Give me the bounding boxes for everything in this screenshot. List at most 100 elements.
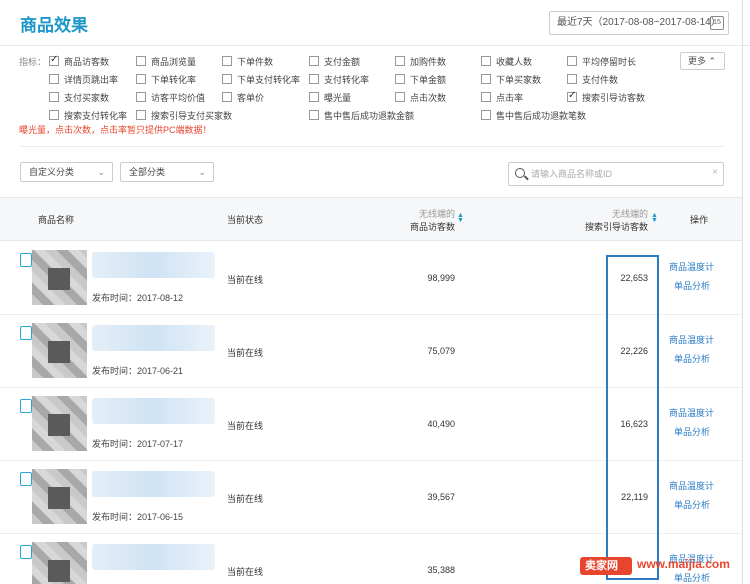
item-analysis-link[interactable]: 单品分析 — [674, 498, 710, 511]
metric-option[interactable]: 点击次数 — [395, 90, 446, 104]
metric-option[interactable]: 支付转化率 — [309, 72, 369, 86]
status-text: 当前在线 — [227, 567, 264, 577]
product-name-blurred[interactable] — [92, 325, 215, 351]
metric-label: 支付转化率 — [324, 74, 370, 85]
date-range-label: 最近7天（2017-08-08~2017-08-14） — [557, 17, 721, 28]
metric-option[interactable]: 下单买家数 — [481, 72, 541, 86]
status-text: 当前在线 — [227, 348, 264, 358]
metric-checkbox[interactable] — [395, 74, 405, 84]
metric-option[interactable]: 加购件数 — [395, 54, 446, 68]
thermometer-link[interactable]: 商品温度计 — [669, 479, 714, 492]
metric-option[interactable]: 支付件数 — [567, 72, 618, 86]
metric-checkbox[interactable] — [309, 74, 319, 84]
metric-option[interactable]: 曝光量 — [309, 90, 351, 104]
metric-option[interactable]: 商品浏览量 — [136, 54, 196, 68]
metric-checkbox[interactable] — [481, 74, 491, 84]
metric-option[interactable]: 搜索支付转化率 — [49, 108, 127, 122]
th-action: 操作 — [690, 215, 709, 225]
item-analysis-link[interactable]: 单品分析 — [674, 352, 710, 365]
metric-checkbox[interactable] — [567, 56, 577, 66]
metric-checkbox[interactable] — [481, 92, 491, 102]
metric-option[interactable]: 售中售后成功退款笔数 — [481, 108, 586, 122]
metric-checkbox[interactable] — [395, 92, 405, 102]
metric-checkbox[interactable] — [395, 56, 405, 66]
product-thumbnail[interactable] — [32, 250, 87, 305]
metric-checkbox[interactable] — [567, 74, 577, 84]
product-search[interactable]: × — [508, 162, 724, 186]
metric-option[interactable]: 访客平均价值 — [136, 90, 205, 104]
metric-option[interactable]: 详情页跳出率 — [49, 72, 118, 86]
th-visitors[interactable]: 无线端的 商品访客数 — [410, 207, 455, 233]
th-search-label: 搜索引导访客数 — [584, 222, 648, 232]
product-thumbnail[interactable] — [32, 469, 87, 524]
metric-option[interactable]: 下单转化率 — [136, 72, 196, 86]
metric-checkbox[interactable] — [309, 110, 319, 120]
metric-option[interactable]: 搜索引导支付买家数 — [136, 108, 232, 122]
metric-option[interactable]: 下单支付转化率 — [222, 72, 300, 86]
product-name-blurred[interactable] — [92, 544, 215, 570]
metric-option[interactable]: 下单金额 — [395, 72, 446, 86]
metric-checkbox[interactable] — [49, 74, 59, 84]
metric-checkbox[interactable] — [222, 74, 232, 84]
metric-checkbox[interactable] — [481, 56, 491, 66]
metric-checkbox[interactable] — [481, 110, 491, 120]
product-name-blurred[interactable] — [92, 398, 215, 424]
th-search-visitors[interactable]: 无线端的 搜索引导访客数 — [585, 207, 648, 233]
custom-category-select[interactable]: 自定义分类 ⌄ — [20, 162, 113, 182]
metric-label: 访客平均价值 — [151, 92, 206, 103]
sort-icon[interactable]: ▲ ▼ — [651, 212, 658, 224]
metric-option[interactable]: 点击率 — [481, 90, 523, 104]
th-visitors-label: 商品访客数 — [409, 222, 455, 232]
sort-icon[interactable]: ▲ ▼ — [457, 212, 464, 224]
metric-checkbox[interactable] — [136, 92, 146, 102]
product-name-blurred[interactable] — [92, 252, 215, 278]
metric-label: 平均停留时长 — [582, 56, 637, 67]
metric-label: 客单价 — [237, 92, 265, 103]
metric-label: 详情页跳出率 — [64, 74, 119, 85]
metric-option[interactable]: 支付金额 — [309, 54, 360, 68]
product-name-blurred[interactable] — [92, 471, 215, 497]
chevron-down-icon: ⌄ — [97, 167, 105, 177]
clear-icon[interactable]: × — [712, 167, 718, 178]
metric-option[interactable]: 收藏人数 — [481, 54, 532, 68]
metric-checkbox[interactable] — [136, 74, 146, 84]
all-category-select[interactable]: 全部分类 ⌄ — [120, 162, 214, 182]
metric-checkbox[interactable] — [567, 90, 577, 102]
more-metrics-button[interactable]: 更多 ⌃ — [680, 52, 725, 70]
product-thumbnail[interactable] — [32, 396, 87, 451]
thermometer-link[interactable]: 商品温度计 — [669, 260, 714, 273]
metric-label: 搜索引导访客数 — [582, 92, 646, 103]
metric-label: 商品访客数 — [64, 56, 110, 67]
metric-option[interactable]: 平均停留时长 — [567, 54, 636, 68]
metric-checkbox[interactable] — [49, 92, 59, 102]
metric-option[interactable]: 商品访客数 — [49, 54, 109, 68]
thermometer-link[interactable]: 商品温度计 — [669, 333, 714, 346]
search-icon[interactable] — [515, 168, 525, 178]
metric-checkbox[interactable] — [309, 56, 319, 66]
metric-checkbox[interactable] — [222, 56, 232, 66]
metric-label: 曝光量 — [324, 92, 352, 103]
metric-checkbox[interactable] — [222, 92, 232, 102]
calendar-icon[interactable]: 15 — [710, 16, 724, 30]
metrics-label: 指标： — [19, 57, 47, 67]
thermometer-link[interactable]: 商品温度计 — [669, 406, 714, 419]
metric-option[interactable]: 下单件数 — [222, 54, 273, 68]
metric-checkbox[interactable] — [136, 56, 146, 66]
search-input[interactable] — [531, 166, 701, 182]
metric-checkbox[interactable] — [49, 54, 59, 66]
metric-checkbox[interactable] — [309, 92, 319, 102]
metric-option[interactable]: 客单价 — [222, 90, 264, 104]
item-analysis-link[interactable]: 单品分析 — [674, 425, 710, 438]
date-range-picker[interactable]: 最近7天（2017-08-08~2017-08-14） 15 — [549, 11, 729, 35]
metric-checkbox[interactable] — [136, 110, 146, 120]
metric-option[interactable]: 支付买家数 — [49, 90, 109, 104]
metric-label: 下单件数 — [237, 56, 274, 67]
product-thumbnail[interactable] — [32, 542, 87, 584]
item-analysis-link[interactable]: 单品分析 — [674, 279, 710, 292]
product-thumbnail[interactable] — [32, 323, 87, 378]
scrollbar-track[interactable] — [742, 0, 743, 584]
metric-option[interactable]: 售中售后成功退款金额 — [309, 108, 414, 122]
metric-label: 售中售后成功退款笔数 — [496, 110, 587, 121]
metric-checkbox[interactable] — [49, 110, 59, 120]
metric-option[interactable]: 搜索引导访客数 — [567, 90, 645, 104]
